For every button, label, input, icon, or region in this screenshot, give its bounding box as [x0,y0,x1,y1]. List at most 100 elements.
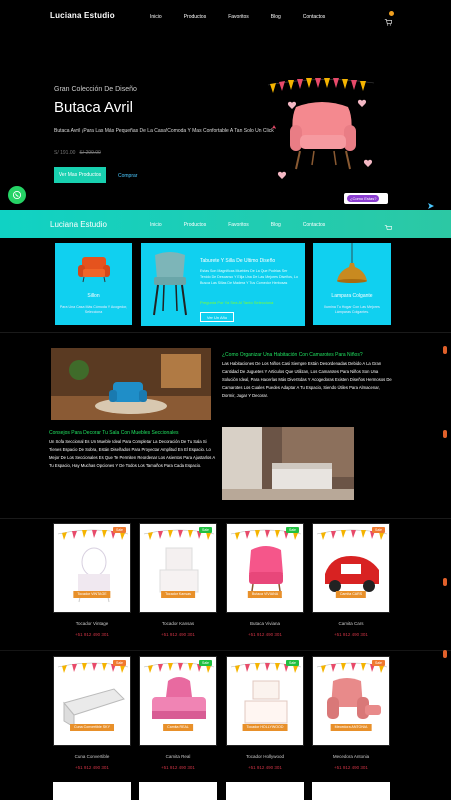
product-card[interactable]: Sale Butaca VIVIANA Butaca Viviana +51 9… [226,523,304,637]
product-band-label: Cuna Convertible SKY [70,724,114,731]
product-band-label: Camita REAL [163,724,193,731]
product-card[interactable]: Sale Tocador Kansas Tocador Kansas +51 9… [139,523,217,637]
nav-link-blog[interactable]: Blog [271,14,281,20]
buy-link[interactable]: Comprar [118,173,137,179]
hero-armchair-image [262,73,384,183]
product-image[interactable]: Sale Tocador Kansas [139,523,217,613]
category-taburete-highlight: Pregunta Por Ya Sea Al Tanto Selecciona [200,300,274,305]
category-taburete-button[interactable]: Ver Un Año [200,312,234,322]
sale-badge: Sale [112,660,126,666]
scroll-accent [443,346,447,354]
product-title[interactable]: Tocador Kansas [139,621,217,626]
sticky-brand[interactable]: Luciana Estudio [50,220,107,229]
product-band-label: Tocador VINTAGE [73,591,111,598]
article-1-title[interactable]: ¿Como Organizar Una Habitación Con Camar… [222,352,363,358]
nav-link-contactos[interactable]: Contactos [303,14,326,20]
divider [0,332,451,333]
hero-subtitle: Gran Colección De Diseño [54,86,137,93]
product-image[interactable]: Sale Mecedora ANTONIA [312,656,390,746]
product-card-partial[interactable] [139,782,217,800]
product-band-label: Mecedora ANTONIA [330,724,372,731]
product-title[interactable]: Tocador Hollywood [226,754,304,759]
product-card[interactable]: Sale Cuna Convertible SKY Cuna Convertib… [53,656,131,770]
product-phone[interactable]: +51 912 490 301 [226,765,304,770]
product-card-partial[interactable] [226,782,304,800]
sale-badge: Sale [198,660,212,666]
sale-badge: Sale [285,660,299,666]
article-2-title[interactable]: Consejos Para Decorar Tu Sala Con Mueble… [49,430,179,436]
price-new: S/ 191.00 [54,150,76,156]
sillon-image [78,257,110,283]
product-card[interactable]: Sale Tocador VINTAGE Tocador Vintage +51… [53,523,131,637]
product-phone[interactable]: +51 912 490 301 [53,632,131,637]
nav-link-favoritos[interactable]: Favoritos [228,14,249,20]
sticky-nav-productos[interactable]: Productos [184,222,207,228]
chat-widget[interactable]: ¿Como Estas? [344,193,388,204]
product-image[interactable]: Sale Camita CARS [312,523,390,613]
sticky-nav-contactos[interactable]: Contactos [303,222,326,228]
category-lampara-desc: Ilumina Tu Hogar Con Las Mejores Lámpara… [324,305,380,314]
product-title[interactable]: Camita Real [139,754,217,759]
sale-badge: Sale [198,527,212,533]
product-image[interactable]: Sale Tocador VINTAGE [53,523,131,613]
product-phone[interactable]: +51 912 490 301 [226,632,304,637]
product-title[interactable]: Camita Cars [312,621,390,626]
product-card-partial[interactable] [53,782,131,800]
brand-logo[interactable]: Luciana Estudio [50,11,115,20]
product-title[interactable]: Tocador Vintage [53,621,131,626]
nav-link-productos[interactable]: Productos [184,14,207,20]
sticky-nav-blog[interactable]: Blog [271,222,281,228]
divider [0,518,451,519]
product-phone[interactable]: +51 912 490 301 [139,765,217,770]
product-band-label: Tocador Kansas [161,591,195,598]
taburete-image [153,252,187,316]
bedroom-image [222,427,354,500]
sale-badge: Sale [112,527,126,533]
scroll-accent [443,430,447,438]
product-card[interactable]: Sale Tocador HOLLYWOOD Tocador Hollywood… [226,656,304,770]
scroll-accent [443,578,447,586]
divider [0,650,451,651]
product-card[interactable]: Sale Mecedora ANTONIA Mecedora Antonia +… [312,656,390,770]
category-taburete-title: Taburete Y Silla De Ultimo Diseño [200,258,276,264]
sale-badge: Sale [371,660,385,666]
product-card[interactable]: Sale Camita CARS Camita Cars +51 912 490… [312,523,390,637]
hero-price: S/ 191.00 S/ 299.00 [54,150,101,156]
product-image[interactable]: Sale Camita REAL [139,656,217,746]
product-card-partial[interactable] [312,782,390,800]
category-sillon[interactable]: Sillon Para Una Casa Más Cómoda Y Acoged… [55,243,132,325]
cart-icon[interactable] [384,11,394,26]
cart-badge [389,11,394,16]
sticky-nav-links: Inicio Productos Favoritos Blog Contacto… [150,222,347,228]
product-card[interactable]: Sale Camita REAL Camita Real +51 912 490… [139,656,217,770]
category-sillon-desc: Para Una Casa Más Cómoda Y Acogedor, Sel… [59,305,128,314]
product-band-label: Butaca VIVIANA [247,591,283,598]
sticky-nav-favoritos[interactable]: Favoritos [228,222,249,228]
product-title[interactable]: Cuna Convertible [53,754,131,759]
send-arrow-icon[interactable] [428,196,434,209]
product-image[interactable]: Sale Tocador HOLLYWOOD [226,656,304,746]
hero-description: Butaca Avril ¡Para Las Más Pequeñas De L… [54,128,274,134]
living-room-image [51,348,211,420]
product-image[interactable]: Sale Butaca VIVIANA [226,523,304,613]
whatsapp-icon[interactable] [8,186,26,204]
category-lampara[interactable]: Lampara Colgante Ilumina Tu Hogar Con La… [313,243,391,325]
sticky-navbar: Luciana Estudio Inicio Productos Favorit… [0,210,451,238]
sale-badge: Sale [371,527,385,533]
product-title[interactable]: Butaca Viviana [226,621,304,626]
sticky-nav-inicio[interactable]: Inicio [150,222,162,228]
category-taburete-desc: Estas Son Magnificas Muebles De La Que P… [200,269,298,285]
nav-link-inicio[interactable]: Inicio [150,14,162,20]
top-navbar: Luciana Estudio Inicio Productos Favorit… [0,0,451,36]
lampara-image [337,243,367,283]
category-taburete[interactable]: Taburete Y Silla De Ultimo Diseño Estas … [141,243,305,326]
view-more-products-button[interactable]: Ver Mas Productos [54,167,106,183]
product-phone[interactable]: +51 912 490 301 [312,632,390,637]
product-phone[interactable]: +51 912 490 301 [53,765,131,770]
product-phone[interactable]: +51 912 490 301 [312,765,390,770]
sale-badge: Sale [285,527,299,533]
product-title[interactable]: Mecedora Antonia [312,754,390,759]
product-image[interactable]: Sale Cuna Convertible SKY [53,656,131,746]
sticky-cart-icon[interactable] [384,219,393,230]
product-phone[interactable]: +51 912 490 301 [139,632,217,637]
